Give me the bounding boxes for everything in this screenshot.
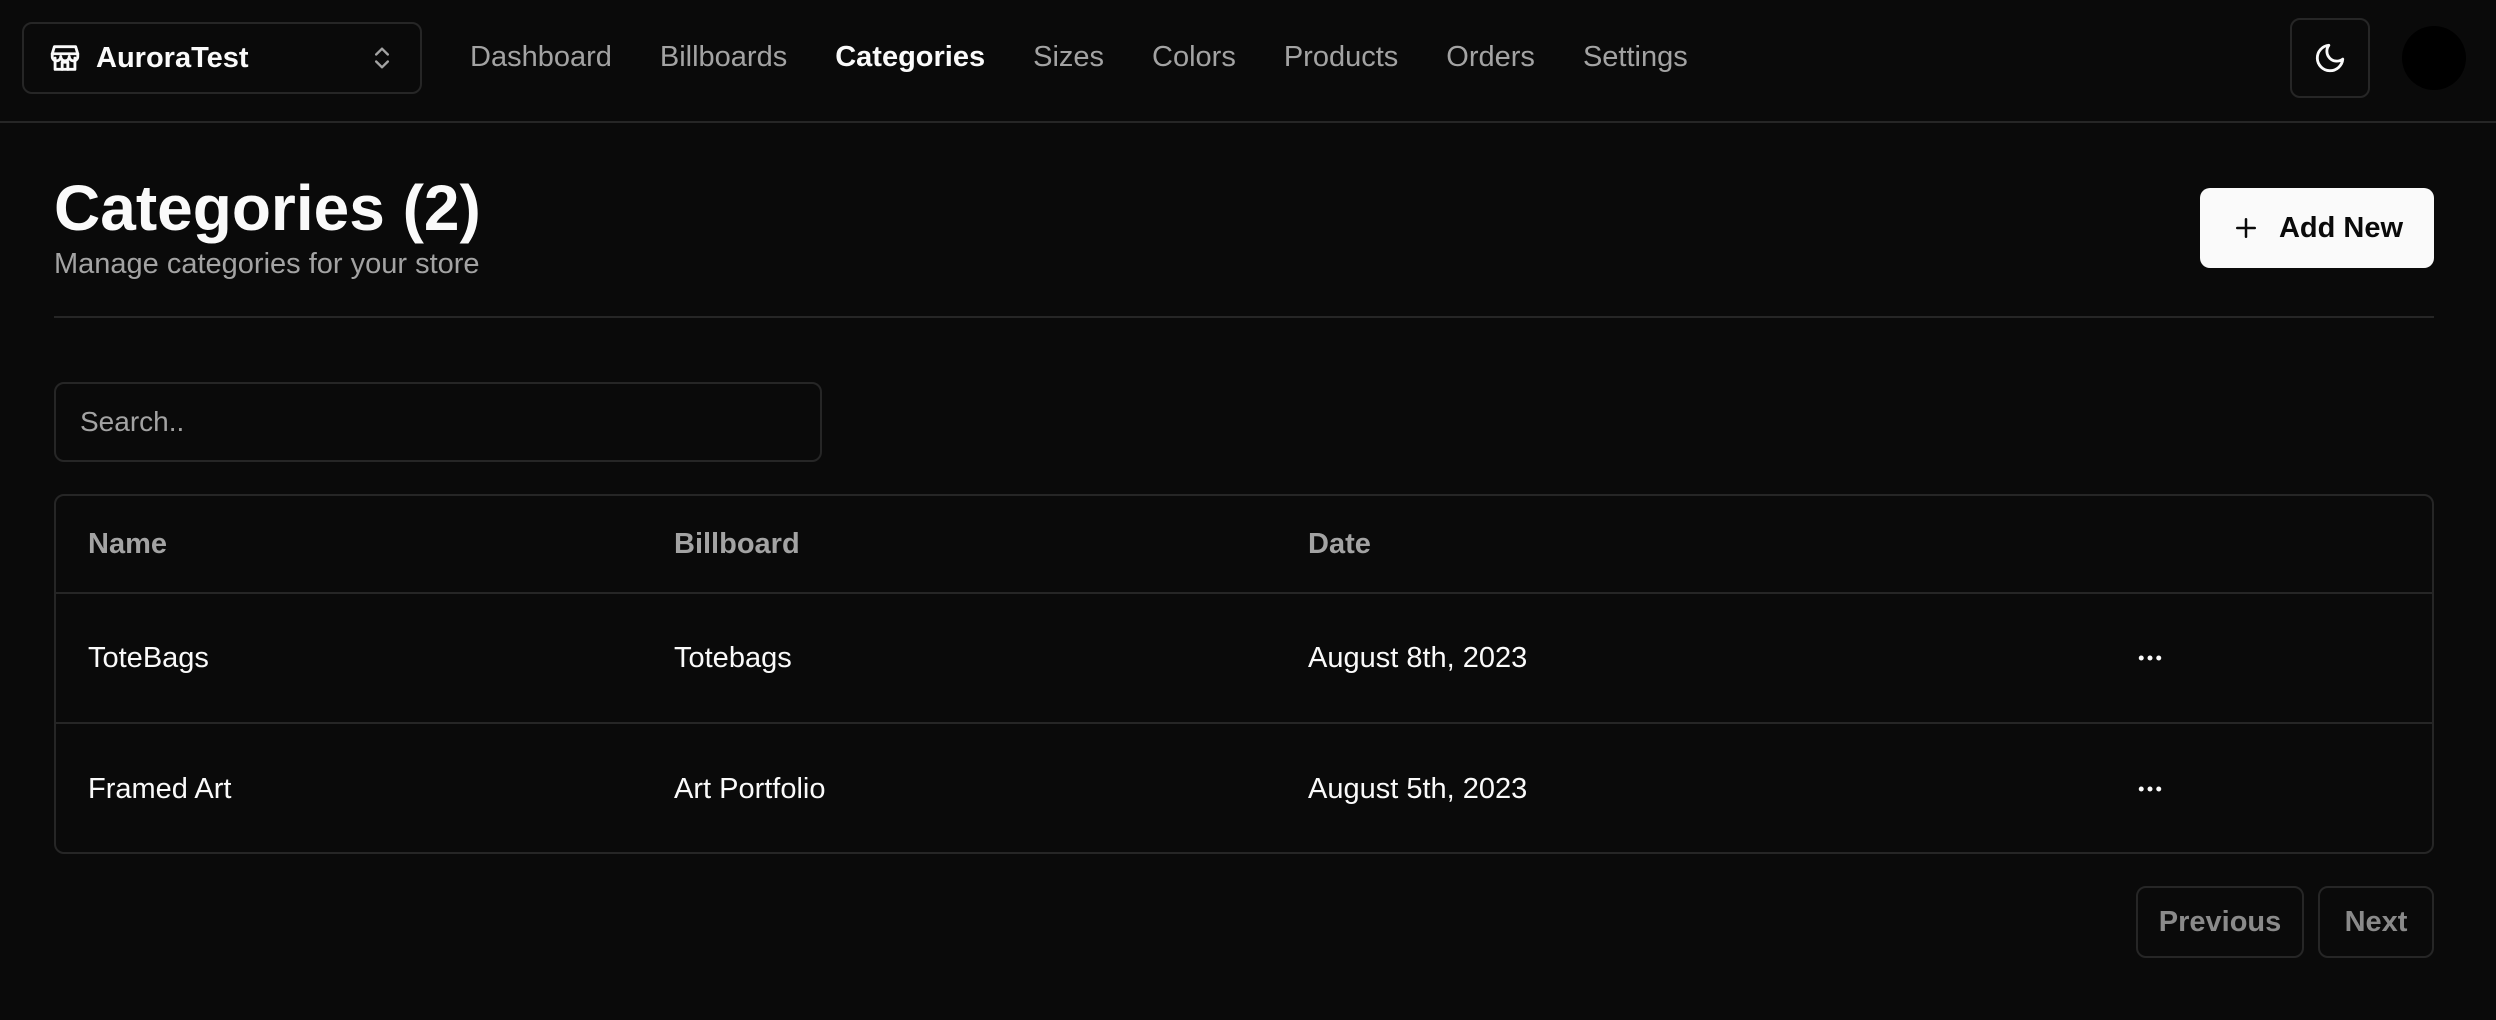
search-input[interactable] (54, 382, 822, 462)
plus-icon (2231, 213, 2261, 243)
nav-link-colors[interactable]: Colors (1152, 41, 1236, 74)
table-row: Framed Art Art Portfolio August 5th, 202… (56, 724, 2432, 852)
cell-date: August 5th, 2023 (1308, 772, 1528, 805)
table-row: ToteBags Totebags August 8th, 2023 (56, 594, 2432, 724)
store-switcher[interactable]: AuroraTest (22, 22, 422, 94)
main-nav: Dashboard Billboards Categories Sizes Co… (470, 0, 1736, 115)
row-actions-button[interactable] (2126, 724, 2174, 852)
cell-billboard: Art Portfolio (674, 772, 826, 805)
cell-name: ToteBags (88, 641, 209, 674)
more-horizontal-icon (2135, 774, 2165, 804)
chevrons-up-down-icon (368, 42, 396, 74)
moon-icon (2313, 41, 2347, 75)
header-separator (54, 316, 2434, 318)
nav-link-billboards[interactable]: Billboards (660, 41, 787, 74)
column-header-date[interactable]: Date (1308, 496, 1371, 592)
store-icon (48, 41, 82, 75)
page-subtitle: Manage categories for your store (54, 248, 480, 280)
cell-name: Framed Art (88, 772, 232, 805)
column-header-billboard[interactable]: Billboard (674, 496, 800, 592)
store-name: AuroraTest (96, 41, 249, 74)
user-avatar[interactable] (2402, 26, 2466, 90)
next-page-button[interactable]: Next (2318, 886, 2434, 958)
theme-toggle-button[interactable] (2290, 18, 2370, 98)
nav-link-orders[interactable]: Orders (1446, 41, 1535, 74)
previous-page-button[interactable]: Previous (2136, 886, 2304, 958)
nav-link-categories[interactable]: Categories (835, 41, 985, 74)
cell-billboard: Totebags (674, 641, 792, 674)
nav-link-dashboard[interactable]: Dashboard (470, 41, 612, 74)
more-horizontal-icon (2135, 643, 2165, 673)
categories-table: Name Billboard Date ToteBags Totebags Au… (54, 494, 2434, 854)
nav-link-sizes[interactable]: Sizes (1033, 41, 1104, 74)
top-navbar: AuroraTest Dashboard Billboards Categori… (0, 0, 2496, 123)
add-new-label: Add New (2278, 211, 2404, 244)
page-title: Categories (2) (54, 172, 481, 244)
row-actions-button[interactable] (2126, 594, 2174, 722)
add-new-button[interactable]: Add New (2200, 188, 2434, 268)
column-header-name[interactable]: Name (88, 496, 167, 592)
nav-link-products[interactable]: Products (1284, 41, 1398, 74)
cell-date: August 8th, 2023 (1308, 641, 1528, 674)
nav-link-settings[interactable]: Settings (1583, 41, 1688, 74)
table-header-row: Name Billboard Date (56, 496, 2432, 594)
